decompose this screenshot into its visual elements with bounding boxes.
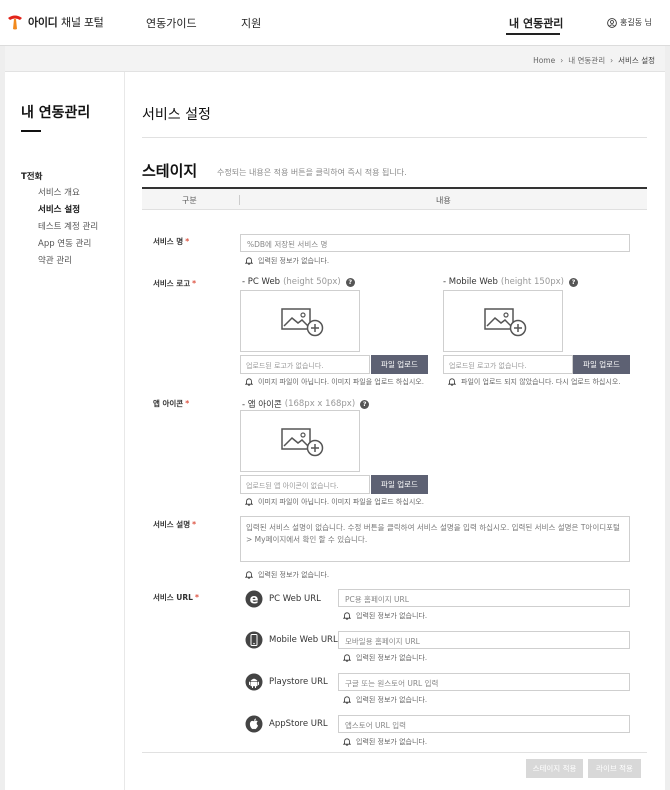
breadcrumb-current: 서비스 설정 xyxy=(618,56,655,65)
bell-icon xyxy=(245,257,253,265)
nav-my-integration[interactable]: 내 연동관리 xyxy=(509,15,563,31)
pc-web-logo-hint: 이미지 파일이 아닙니다. 이미지 파일을 업로드 하십시오. xyxy=(245,377,424,387)
bell-icon xyxy=(448,378,456,386)
service-desc-hint: 입력된 정보가 없습니다. xyxy=(245,570,329,580)
user-name: 홍길동 님 xyxy=(620,18,652,27)
pc-web-url-label: PC Web URL xyxy=(269,594,321,604)
service-desc-textarea[interactable]: 입력된 서비스 설명이 없습니다. 수정 버튼을 클릭하여 서비스 설명을 입력… xyxy=(240,516,630,562)
app-icon-label: 앱 아이콘 * xyxy=(153,399,190,408)
mobile-icon xyxy=(245,631,263,649)
breadcrumb-my-integration[interactable]: 내 연동관리 xyxy=(568,55,605,66)
title-divider xyxy=(142,137,647,138)
user-icon xyxy=(607,17,617,28)
ie-icon: e xyxy=(245,590,263,608)
breadcrumb-separator-icon: › xyxy=(610,56,614,65)
mobile-web-url-label: Mobile Web URL xyxy=(269,635,338,645)
mobile-web-logo-file-input[interactable]: 업로드된 로고가 없습니다. xyxy=(443,355,573,374)
help-icon[interactable]: ? xyxy=(345,277,355,287)
pc-web-url-hint: 입력된 정보가 없습니다. xyxy=(343,611,427,621)
svg-text:e: e xyxy=(250,593,259,608)
mobile-web-url-input[interactable]: 모바일용 홈페이지 URL xyxy=(338,631,630,649)
logo-brand: 아이디 xyxy=(28,16,58,29)
image-add-icon xyxy=(281,428,324,457)
sidebar-item-service-overview[interactable]: 서비스 개요 xyxy=(38,186,80,198)
t-logo-icon xyxy=(6,13,24,31)
playstore-url-label: Playstore URL xyxy=(269,677,328,687)
breadcrumb-separator-icon: › xyxy=(560,56,564,65)
app-icon-upload-button[interactable]: 파일 업로드 xyxy=(371,475,428,494)
service-desc-label: 서비스 설명 * xyxy=(153,520,197,529)
bell-icon xyxy=(343,696,351,704)
bell-icon xyxy=(343,654,351,662)
bell-icon xyxy=(343,612,351,620)
user-menu[interactable]: 홍길동 님 xyxy=(607,17,652,28)
apple-icon xyxy=(245,715,263,733)
app-icon-hint: 이미지 파일이 아닙니다. 이미지 파일을 업로드 하십시오. xyxy=(245,497,424,507)
service-name-input[interactable]: %DB에 저장된 서비스 명 xyxy=(240,234,630,252)
bell-icon xyxy=(245,378,253,386)
mobile-web-url-hint: 입력된 정보가 없습니다. xyxy=(343,653,427,663)
help-icon[interactable]: ? xyxy=(568,277,578,287)
portal-logo[interactable]: 아이디 채널 포털 xyxy=(6,13,104,31)
bell-icon xyxy=(245,498,253,506)
sidebar-title-underline xyxy=(21,130,41,132)
sidebar-item-service-settings[interactable]: 서비스 설정 xyxy=(38,203,80,215)
logo-sub: 채널 포털 xyxy=(61,16,104,29)
pc-web-url-input[interactable]: PC용 홈페이지 URL xyxy=(338,589,630,607)
sidebar-item-app-integration[interactable]: App 연동 관리 xyxy=(38,237,91,249)
app-icon-title: - 앱 아이콘 (168px x 168px)? xyxy=(242,398,370,410)
app-icon-file-input[interactable]: 업로드된 앱 아이콘이 없습니다. xyxy=(240,475,370,494)
android-icon xyxy=(245,673,263,691)
bell-icon xyxy=(343,738,351,746)
breadcrumb-home[interactable]: Home xyxy=(533,56,555,65)
pc-web-logo-title: - PC Web (height 50px)? xyxy=(242,277,355,287)
nav-guide[interactable]: 연동가이드 xyxy=(146,15,197,31)
content-container: Home › 내 연동관리 › 서비스 설정 내 연동관리 T전화 서비스 개요… xyxy=(5,46,665,790)
section-title: 스테이지 xyxy=(142,162,198,180)
service-name-hint: 입력된 정보가 없습니다. xyxy=(245,256,329,266)
sidebar: 내 연동관리 T전화 서비스 개요 서비스 설정 테스트 계정 관리 App 연… xyxy=(5,72,125,790)
playstore-url-input[interactable]: 구글 또는 원스토어 URL 입력 xyxy=(338,673,630,691)
mobile-web-logo-hint: 파일이 업로드 되지 않았습니다. 다시 업로드 하십시오. xyxy=(448,377,620,387)
pc-web-logo-preview xyxy=(240,290,360,352)
mobile-web-logo-preview xyxy=(443,290,563,352)
table-header-content: 내용 xyxy=(436,196,451,205)
pc-web-logo-upload-button[interactable]: 파일 업로드 xyxy=(371,355,428,374)
breadcrumb: Home › 내 연동관리 › 서비스 설정 xyxy=(533,55,655,66)
nav-support[interactable]: 지원 xyxy=(241,15,261,31)
service-url-label: 서비스 URL * xyxy=(153,593,199,602)
bell-icon xyxy=(245,571,253,579)
help-icon[interactable]: ? xyxy=(360,399,370,409)
sidebar-title: 내 연동관리 xyxy=(21,105,91,121)
stage-apply-button[interactable]: 스테이지 적용 xyxy=(526,759,583,778)
top-header: 아이디 채널 포털 연동가이드 지원 내 연동관리 홍길동 님 xyxy=(0,0,670,46)
live-apply-button[interactable]: 라이브 적용 xyxy=(588,759,641,778)
form-bottom-divider xyxy=(142,752,647,753)
section-description: 수정되는 내용은 적용 버튼을 클릭하여 즉시 적용 됩니다. xyxy=(217,168,407,177)
mobile-web-logo-title: - Mobile Web (height 150px)? xyxy=(443,277,578,287)
playstore-url-hint: 입력된 정보가 없습니다. xyxy=(343,695,427,705)
page-title: 서비스 설정 xyxy=(142,107,211,123)
image-add-icon xyxy=(281,308,324,337)
image-add-icon xyxy=(484,308,527,337)
sidebar-group-tphone[interactable]: T전화 xyxy=(21,170,42,182)
mobile-web-logo-upload-button[interactable]: 파일 업로드 xyxy=(573,355,630,374)
app-icon-preview xyxy=(240,410,360,472)
appstore-url-input[interactable]: 앱스토어 URL 입력 xyxy=(338,715,630,733)
nav-active-underline xyxy=(506,33,560,35)
sidebar-item-test-accounts[interactable]: 테스트 계정 관리 xyxy=(38,220,98,232)
table-header: 구분 내용 xyxy=(142,187,647,210)
service-name-label: 서비스 명 * xyxy=(153,237,190,246)
appstore-url-hint: 입력된 정보가 없습니다. xyxy=(343,737,427,747)
appstore-url-label: AppStore URL xyxy=(269,719,328,729)
pc-web-logo-file-input[interactable]: 업로드된 로고가 없습니다. xyxy=(240,355,370,374)
table-header-category: 구분 xyxy=(182,196,197,205)
table-header-separator xyxy=(239,195,240,205)
service-logo-label: 서비스 로고 * xyxy=(153,279,197,288)
breadcrumb-bar: Home › 내 연동관리 › 서비스 설정 xyxy=(5,46,665,72)
sidebar-item-terms[interactable]: 약관 관리 xyxy=(38,254,72,266)
